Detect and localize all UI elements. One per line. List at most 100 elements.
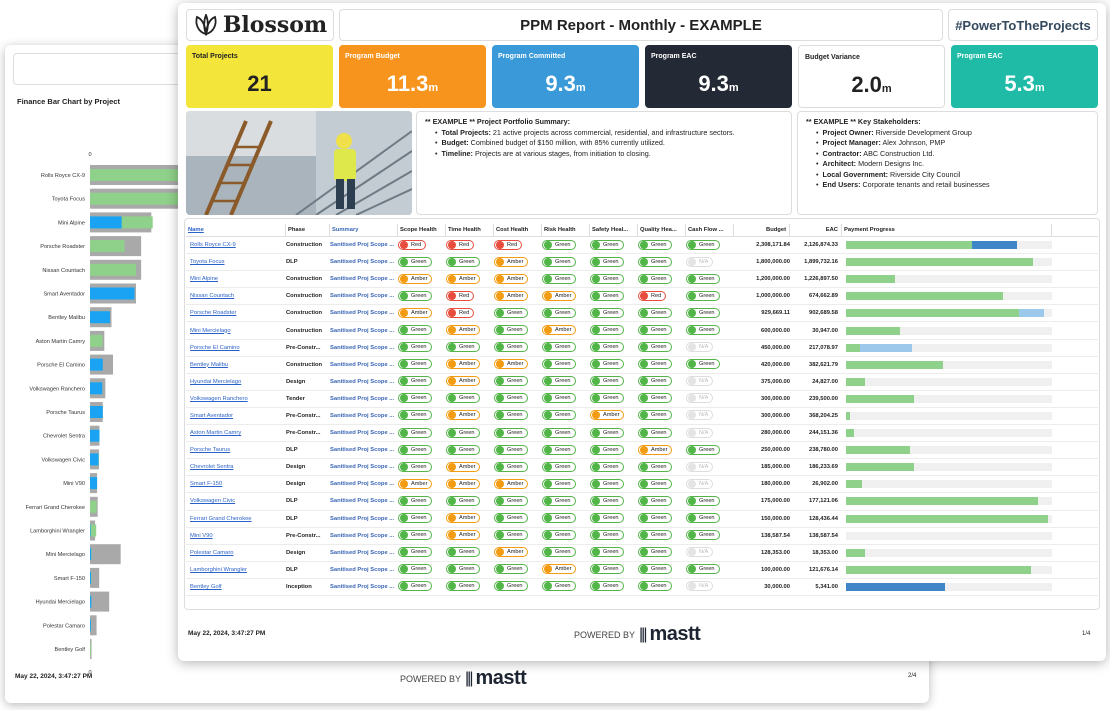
project-link[interactable]: Porsche El Camino: [186, 345, 286, 351]
health-label: Green: [603, 292, 619, 299]
health-cell: N/A: [686, 581, 734, 592]
category-label: Aston Martin Camry: [36, 339, 86, 345]
table-row[interactable]: Chevrolet Sentra Design Sanitised Proj Sco…: [186, 459, 1098, 477]
status-dot-icon: [496, 462, 504, 471]
project-link[interactable]: Mini V90: [186, 533, 286, 539]
project-summary-link[interactable]: Sanitised Proj Scope ...: [330, 345, 398, 351]
project-summary-link[interactable]: Sanitised Proj Scope ...: [330, 498, 398, 504]
health-badge: Green: [590, 444, 624, 455]
project-summary-link[interactable]: Sanitised Proj Scope ...: [330, 516, 398, 522]
table-row[interactable]: Nissan Countach Construction Sanitised Pro…: [186, 288, 1098, 306]
project-phase: Construction: [286, 310, 323, 317]
table-row[interactable]: Lamborghini Wrangler DLP Sanitised Proj Sc…: [186, 562, 1098, 579]
status-dot-icon: [544, 257, 552, 266]
project-summary-link[interactable]: Sanitised Proj Scope ...: [330, 447, 398, 453]
summary-key: Project Manager:: [822, 138, 881, 147]
health-cell: Green: [638, 325, 686, 336]
column-header[interactable]: Time Health: [446, 223, 494, 236]
column-header[interactable]: Payment Progress: [842, 223, 1052, 236]
project-summary-link[interactable]: Sanitised Proj Scope ...: [330, 259, 398, 265]
project-link[interactable]: Bentley Golf: [186, 584, 286, 590]
project-summary-link[interactable]: Sanitised Proj Scope ...: [330, 464, 398, 470]
project-summary-link[interactable]: Sanitised Proj Scope ...: [330, 362, 398, 368]
table-row[interactable]: Polestar Camaro Design Sanitised Proj Scop…: [186, 545, 1098, 562]
column-header[interactable]: Cost Health: [494, 223, 542, 236]
project-link[interactable]: Bentley Malibu: [186, 362, 286, 368]
column-header[interactable]: Cash Flow ...: [686, 223, 734, 236]
table-row[interactable]: Smart F-150 Design Sanitised Proj Scope ..…: [186, 476, 1098, 494]
project-summary-link[interactable]: Sanitised Proj Scope ...: [330, 567, 398, 573]
table-row[interactable]: Smart Aventador Pre-Constr... Sanitised Pr…: [186, 408, 1098, 426]
project-summary-link[interactable]: Sanitised Proj Scope ...: [330, 396, 398, 402]
column-header[interactable]: Risk Health: [542, 223, 590, 236]
project-link[interactable]: Porsche Roadster: [186, 310, 286, 316]
project-summary-link[interactable]: Sanitised Proj Scope ...: [330, 584, 398, 590]
project-link[interactable]: Rolls Royce CX-9: [186, 242, 286, 248]
project-link[interactable]: Polestar Camaro: [186, 550, 286, 556]
budget-value: 250,000.00: [760, 447, 790, 454]
column-header[interactable]: EAC: [790, 223, 842, 236]
table-row[interactable]: Bentley Golf Inception Sanitised Proj Scop…: [186, 579, 1098, 596]
column-header[interactable]: Phase: [286, 223, 330, 236]
project-link[interactable]: Hyundai Mercielago: [186, 379, 286, 385]
table-row[interactable]: Rolls Royce CX-9 Construction Sanitised Pr…: [186, 237, 1098, 255]
column-header[interactable]: Quality Hea...: [638, 223, 686, 236]
table-row[interactable]: Hyundai Mercielago Design Sanitised Proj S…: [186, 374, 1098, 391]
table-row[interactable]: Bentley Malibu Construction Sanitised Proj…: [186, 357, 1098, 374]
table-row[interactable]: Toyota Focus DLP Sanitised Proj Scope ... G…: [186, 254, 1098, 272]
health-badge: Green: [638, 239, 672, 250]
project-summary-link[interactable]: Sanitised Proj Scope ...: [330, 310, 398, 316]
table-row[interactable]: Volkswagen Civic DLP Sanitised Proj Scope …: [186, 493, 1098, 511]
column-header[interactable]: Budget: [734, 223, 790, 236]
summary-key: Contractor:: [822, 148, 862, 158]
project-summary-link[interactable]: Sanitised Proj Scope ...: [330, 550, 398, 556]
health-cell: Green: [590, 342, 638, 353]
project-link[interactable]: Ferrari Grand Cherokee: [186, 516, 286, 522]
health-label: Green: [507, 583, 523, 590]
project-summary-link[interactable]: Sanitised Proj Scope ...: [330, 276, 398, 282]
project-link[interactable]: Lamborghini Wrangler: [186, 567, 286, 573]
column-header[interactable]: Name: [186, 223, 286, 236]
health-badge: Amber: [590, 410, 625, 421]
health-badge: Green: [590, 478, 624, 489]
payment-progress-cell: [842, 326, 1052, 335]
project-link[interactable]: Volkswagen Ranchero: [186, 396, 286, 402]
project-link[interactable]: Mini Alpine: [186, 276, 286, 282]
project-summary-link[interactable]: Sanitised Proj Scope ...: [330, 481, 398, 487]
project-summary-link[interactable]: Sanitised Proj Scope ...: [330, 413, 398, 419]
table-row[interactable]: Mini V90 Pre-Constr... Sanitised Proj Scop…: [186, 528, 1098, 545]
table-row[interactable]: Mini Mercielago Construction Sanitised Pro…: [186, 322, 1098, 340]
project-summary-link[interactable]: Sanitised Proj Scope ...: [330, 533, 398, 539]
column-header[interactable]: Summary: [330, 223, 398, 236]
table-row[interactable]: Porsche El Camino Pre-Constr... Sanitised …: [186, 340, 1098, 357]
project-link[interactable]: Chevrolet Sentra: [186, 464, 286, 470]
column-header[interactable]: Safety Heal...: [590, 223, 638, 236]
project-link[interactable]: Nissan Countach: [186, 293, 286, 299]
project-link[interactable]: Porsche Taurus: [186, 447, 286, 453]
health-label: Green: [699, 361, 715, 368]
project-link[interactable]: Mini Mercielago: [186, 328, 286, 334]
project-link[interactable]: Toyota Focus: [186, 259, 286, 265]
project-link[interactable]: Smart Aventador: [186, 413, 286, 419]
health-badge: Green: [686, 359, 720, 370]
project-summary-link[interactable]: Sanitised Proj Scope ...: [330, 430, 398, 436]
health-badge: Amber: [446, 461, 481, 472]
project-summary-link[interactable]: Sanitised Proj Scope ...: [330, 293, 398, 299]
project-link[interactable]: Volkswagen Civic: [186, 498, 286, 504]
table-row[interactable]: Volkswagen Ranchero Tender Sanitised Proj …: [186, 391, 1098, 408]
status-dot-icon: [496, 343, 504, 352]
project-phase: Design: [286, 378, 306, 385]
table-row[interactable]: Ferrari Grand Cherokee DLP Sanitised Proj …: [186, 511, 1098, 528]
project-summary-link[interactable]: Sanitised Proj Scope ...: [330, 242, 398, 248]
health-label: Green: [411, 327, 427, 334]
project-summary-link[interactable]: Sanitised Proj Scope ...: [330, 379, 398, 385]
table-row[interactable]: Porsche Roadster Construction Sanitised Pr…: [186, 305, 1098, 323]
column-header[interactable]: Scope Health: [398, 223, 446, 236]
project-link[interactable]: Aston Martin Camry: [186, 430, 286, 436]
table-row[interactable]: Porsche Taurus DLP Sanitised Proj Scope ..…: [186, 442, 1098, 460]
table-row[interactable]: Mini Alpine Construction Sanitised Proj Sc…: [186, 271, 1098, 289]
project-summary-link[interactable]: Sanitised Proj Scope ...: [330, 328, 398, 334]
table-row[interactable]: Aston Martin Camry Pre-Constr... Sanitised…: [186, 425, 1098, 443]
project-link[interactable]: Smart F-150: [186, 481, 286, 487]
health-badge: Green: [542, 410, 576, 421]
